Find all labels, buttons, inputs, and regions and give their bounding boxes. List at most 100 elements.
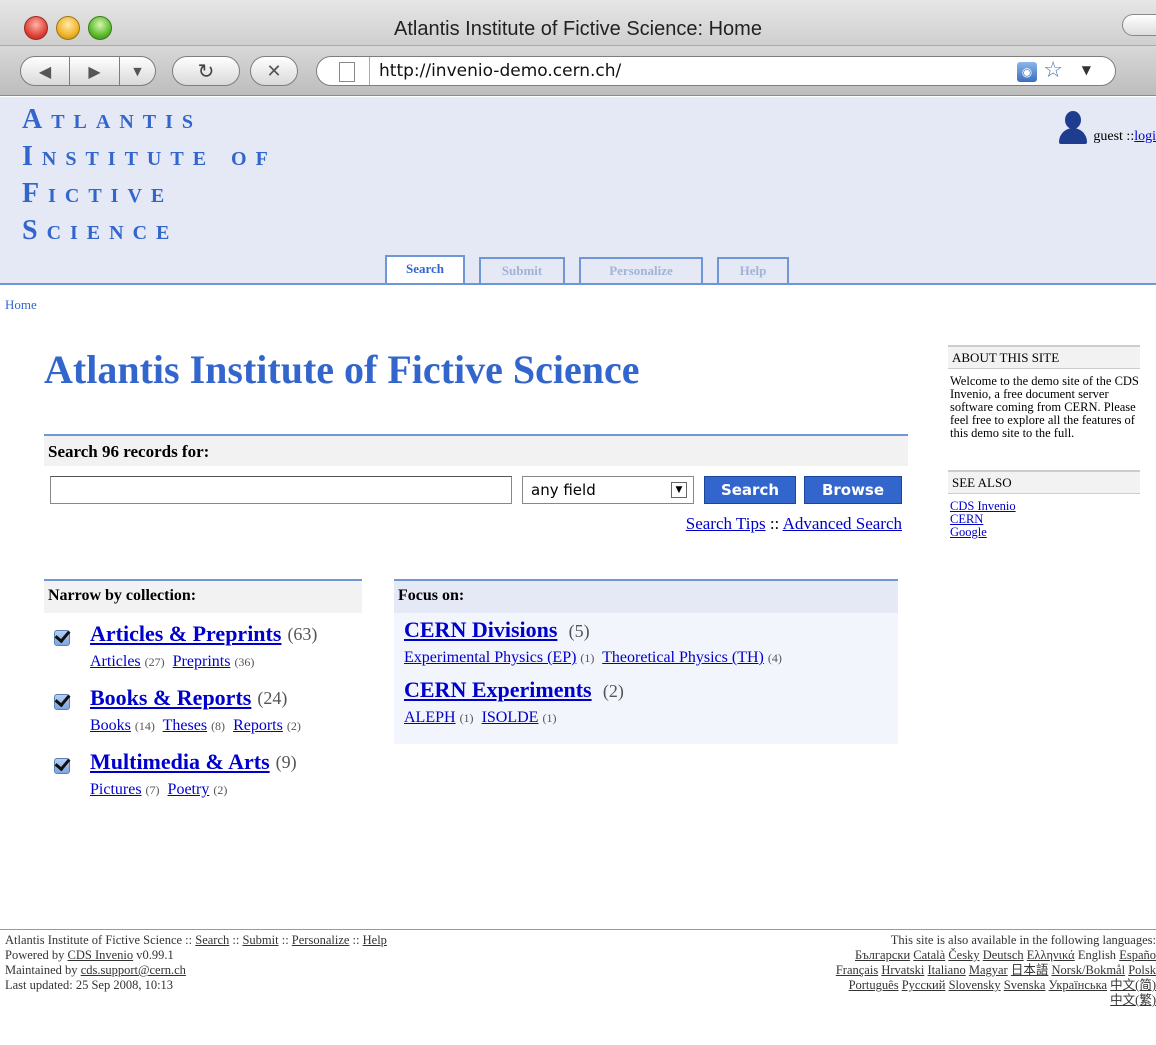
reload-icon: ↻ (197, 59, 215, 83)
search-tips-link[interactable]: Search Tips (686, 514, 766, 533)
login-link[interactable]: logi (1134, 129, 1156, 145)
focus-sub-count: (1) (459, 711, 474, 725)
subcollection-link[interactable]: Preprints (173, 653, 231, 670)
forward-button[interactable]: ▶ (70, 56, 120, 86)
language-link[interactable]: Français (836, 963, 878, 977)
subcollection-count: (27) (144, 655, 165, 669)
subcollection-count: (7) (145, 783, 160, 797)
search-links: Search Tips :: Advanced Search (686, 514, 902, 534)
language-link[interactable]: Português (849, 978, 899, 992)
page-title: Atlantis Institute of Fictive Science (44, 347, 640, 392)
toolbar-toggle-button[interactable] (1122, 14, 1156, 36)
language-link[interactable]: Slovensky (949, 978, 1001, 992)
subcollection-link[interactable]: Articles (90, 653, 141, 670)
focus-sub-link[interactable]: Theoretical Physics (TH) (602, 649, 764, 666)
subcollection-count: (8) (211, 719, 226, 733)
breadcrumb[interactable]: Home (5, 297, 37, 313)
advanced-search-link[interactable]: Advanced Search (783, 514, 902, 533)
footer-search-link[interactable]: Search (195, 933, 229, 947)
language-link[interactable]: Magyar (969, 963, 1008, 977)
focus-sub-link[interactable]: Experimental Physics (EP) (404, 649, 576, 666)
collection-link[interactable]: Books & Reports (90, 685, 251, 711)
subcollection-link[interactable]: Reports (233, 717, 283, 734)
powered-by-label: Powered by (5, 948, 68, 962)
search-box: Search 96 records for: any field ▼ Searc… (44, 434, 908, 544)
subcollection-link[interactable]: Theses (163, 717, 207, 734)
focus-sub-link[interactable]: ALEPH (404, 709, 456, 726)
collection-checkbox[interactable] (54, 694, 70, 710)
language-link[interactable]: Ελληνικά (1027, 948, 1075, 962)
footer-left: Atlantis Institute of Fictive Science ::… (5, 933, 387, 992)
language-link[interactable]: Українська (1049, 978, 1107, 992)
language-link[interactable]: Русский (902, 978, 946, 992)
field-select[interactable]: any field ▼ (522, 476, 694, 504)
collection-link[interactable]: Multimedia & Arts (90, 749, 270, 775)
maintained-by-label: Maintained by (5, 963, 81, 977)
see-also-links: CDS Invenio CERN Google (948, 494, 1140, 539)
focus-collection-link[interactable]: CERN Divisions (404, 617, 557, 642)
site-header: Atlantis Institute of Fictive Science gu… (0, 97, 1156, 285)
site-name[interactable]: Atlantis Institute of Fictive Science (22, 101, 277, 249)
powered-by-link[interactable]: CDS Invenio (68, 948, 134, 962)
language-link[interactable]: 中文(简) (1110, 978, 1156, 992)
language-link[interactable]: Català (913, 948, 945, 962)
link-separator: :: (765, 514, 783, 533)
maintainer-email-link[interactable]: cds.support@cern.ch (81, 963, 186, 977)
tab-personalize[interactable]: Personalize (579, 257, 703, 285)
subcollection-link[interactable]: Books (90, 717, 131, 734)
about-title: ABOUT THIS SITE (948, 345, 1140, 369)
browser-toolbar: ◀ ▶ ▼ ↻ ✕ http://invenio-demo.cern.ch/ ◉… (0, 46, 1156, 96)
back-button[interactable]: ◀ (20, 56, 70, 86)
footer-submit-link[interactable]: Submit (242, 933, 278, 947)
about-text: Welcome to the demo site of the CDS Inve… (950, 374, 1139, 440)
subcollection-count: (14) (134, 719, 155, 733)
subcollection-count: (36) (234, 655, 255, 669)
url-dropdown-icon[interactable]: ▼ (1082, 63, 1091, 77)
tab-search[interactable]: Search (385, 255, 465, 285)
language-link[interactable]: Españo (1119, 948, 1156, 962)
stop-button[interactable]: ✕ (250, 56, 298, 86)
language-link[interactable]: Norsk/Bokmål (1051, 963, 1125, 977)
bookmark-star-icon[interactable]: ☆ (1043, 58, 1063, 83)
collection-link[interactable]: Articles & Preprints (90, 621, 281, 647)
language-link[interactable]: Italiano (928, 963, 966, 977)
back-arrow-icon: ◀ (38, 61, 52, 81)
language-link[interactable]: 中文(繁) (1110, 993, 1156, 1007)
focus-on-box: Focus on: CERN Divisions (5) Experimenta… (394, 579, 898, 744)
focus-sub-link[interactable]: ISOLDE (482, 709, 539, 726)
see-also-link[interactable]: Google (950, 526, 1140, 539)
user-box: guest :: logi (1057, 111, 1156, 145)
search-input[interactable] (50, 476, 512, 504)
language-link[interactable]: Български (855, 948, 910, 962)
subcollection-link[interactable]: Poetry (168, 781, 210, 798)
language-link[interactable]: Hrvatski (881, 963, 924, 977)
footer-personalize-link[interactable]: Personalize (292, 933, 350, 947)
language-link[interactable]: Polsk (1128, 963, 1156, 977)
language-link[interactable]: 日本語 (1011, 963, 1049, 977)
subcollection-link[interactable]: Pictures (90, 781, 142, 798)
browse-button[interactable]: Browse (804, 476, 902, 504)
collection-item: Multimedia & Arts (9) Pictures (7) Poetry… (54, 747, 362, 805)
collection-checkbox[interactable] (54, 758, 70, 774)
focus-collection-link[interactable]: CERN Experiments (404, 677, 592, 702)
rss-icon[interactable]: ◉ (1017, 62, 1037, 82)
collection-item: Articles & Preprints (63) Articles (27) P… (54, 619, 362, 677)
focus-group: CERN Divisions (5) Experimental Physics … (394, 613, 898, 733)
site-name-line: Fictive (22, 178, 174, 209)
tab-submit[interactable]: Submit (479, 257, 565, 285)
subcollection-count: (2) (213, 783, 228, 797)
footer-help-link[interactable]: Help (363, 933, 387, 947)
language-link[interactable]: Deutsch (983, 948, 1024, 962)
url-bar[interactable]: http://invenio-demo.cern.ch/ ◉ ☆ ▼ (316, 56, 1116, 86)
language-link[interactable]: Svenska (1004, 978, 1046, 992)
focus-header: Focus on: (394, 579, 898, 613)
collection-checkbox[interactable] (54, 630, 70, 646)
language-link[interactable]: Česky (948, 948, 979, 962)
collection-count: (63) (287, 623, 318, 644)
sidebar: ABOUT THIS SITE Welcome to the demo site… (948, 345, 1140, 539)
tab-help[interactable]: Help (717, 257, 789, 285)
history-dropdown-button[interactable]: ▼ (120, 56, 156, 86)
reload-button[interactable]: ↻ (172, 56, 240, 86)
search-button[interactable]: Search (704, 476, 796, 504)
url-text[interactable]: http://invenio-demo.cern.ch/ (379, 61, 621, 81)
